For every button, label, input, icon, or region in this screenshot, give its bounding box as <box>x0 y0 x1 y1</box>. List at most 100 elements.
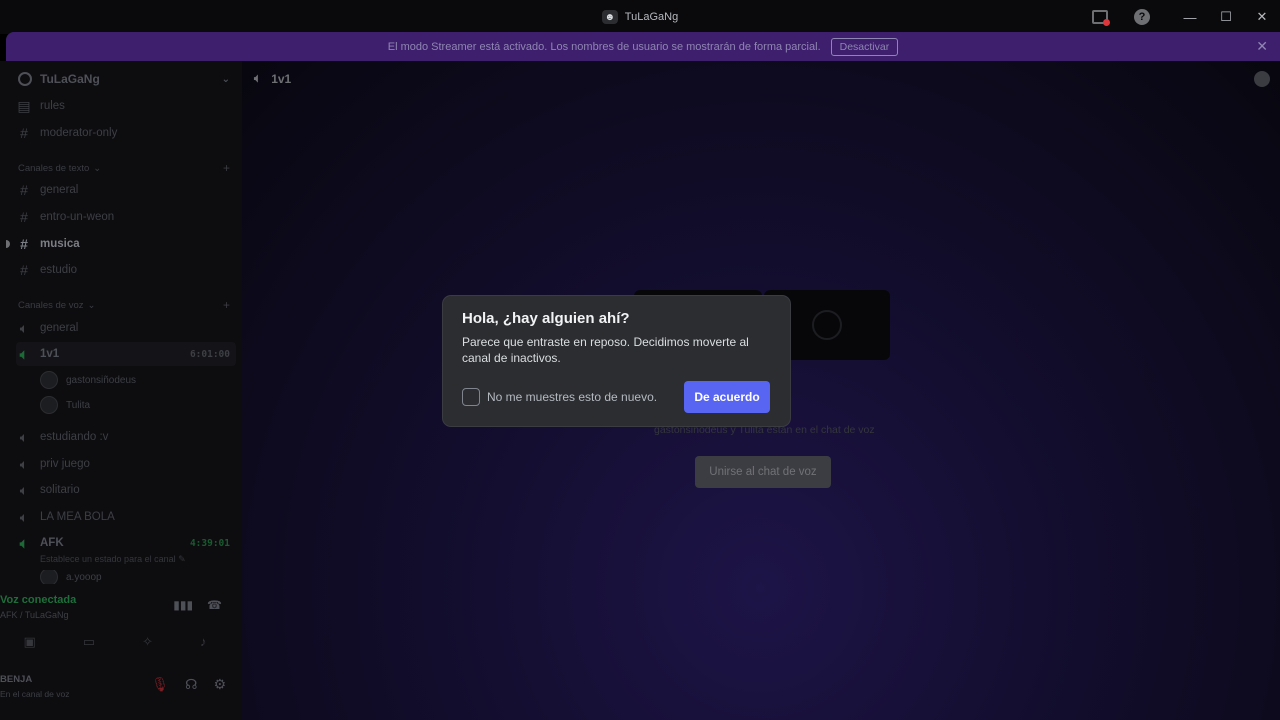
server-name: TuLaGaNg <box>40 72 100 86</box>
category-voice-channels[interactable]: Canales de voz ⌄ + <box>18 298 230 312</box>
voice-channel-afk[interactable]: 🔈︎ AFK 4:39:01 <box>16 531 236 555</box>
avatar <box>812 310 842 340</box>
channel-rules[interactable]: ▤ rules <box>16 94 236 118</box>
window-title-text: TuLaGaNg <box>624 11 679 23</box>
speaker-icon: 🔈︎ <box>19 534 29 551</box>
user-panel: BENJA En el canal de voz 🎙︎ ☊ ⚙ <box>0 670 242 710</box>
channel-label: general <box>40 322 79 334</box>
chevron-down-icon: ⌄ <box>221 73 230 85</box>
hash-icon: # <box>20 125 28 141</box>
disconnect-icon[interactable]: ☎ <box>207 598 222 612</box>
channel-label: rules <box>40 100 65 112</box>
title-bar: ☻ TuLaGaNg ? — ☐ ✕ <box>0 0 1280 34</box>
voice-channel-solitario[interactable]: 🔈︎ solitario <box>16 478 236 502</box>
server-avatar-icon: ☻ <box>601 10 618 24</box>
close-icon[interactable]: ✕ <box>1244 0 1280 34</box>
avatar <box>40 371 58 389</box>
set-channel-status-hint[interactable]: Establece un estado para el canal ✎ <box>40 554 186 565</box>
banner-close-icon[interactable]: ✕ <box>1256 38 1268 55</box>
username[interactable]: BENJA <box>0 674 32 685</box>
member-name: a.yooop <box>66 571 102 583</box>
chat-icon[interactable] <box>1254 71 1270 87</box>
voice-channel-estudiando[interactable]: 🔈︎ estudiando :v <box>16 425 236 449</box>
server-header[interactable]: TuLaGaNg ⌄ <box>18 71 230 87</box>
speaker-icon: 🔈︎ <box>19 345 29 362</box>
deactivate-button[interactable]: Desactivar <box>830 37 899 56</box>
voice-connected-title[interactable]: Voz conectada <box>0 594 76 606</box>
channel-musica[interactable]: # musica <box>16 232 236 256</box>
channel-entro-un-weon[interactable]: # entro-un-weon <box>16 205 236 229</box>
activity-icon[interactable]: ✧ <box>142 634 153 650</box>
voice-member[interactable]: a.yooop <box>40 570 102 584</box>
channel-label: moderator-only <box>40 127 118 139</box>
chevron-down-icon: ⌄ <box>93 162 102 174</box>
banner-message: El modo Streamer está activado. Los nomb… <box>387 40 821 53</box>
user-status: En el canal de voz <box>0 689 70 699</box>
channel-label: musica <box>40 238 80 250</box>
status-hint-text: Establece un estado para el canal <box>40 554 176 564</box>
channel-timer: 6:01:00 <box>189 348 230 360</box>
camera-icon[interactable]: ▣ <box>24 634 36 650</box>
confirm-button[interactable]: De acuerdo <box>684 381 770 413</box>
hash-icon: # <box>20 236 28 252</box>
inbox-icon[interactable] <box>1088 0 1112 34</box>
category-text-channels[interactable]: Canales de texto ⌄ + <box>18 161 230 175</box>
voice-channel-priv-juego[interactable]: 🔈︎ priv juego <box>16 452 236 476</box>
gear-icon[interactable]: ⚙ <box>213 676 226 693</box>
channel-sidebar: TuLaGaNg ⌄ ▤ rules # moderator-only Cana… <box>0 61 242 720</box>
channel-label: general <box>40 184 79 196</box>
channel-title: 1v1 <box>271 71 292 86</box>
voice-connected-subtitle[interactable]: AFK / TuLaGaNg <box>0 610 69 620</box>
speaker-icon: 🔈︎ <box>254 71 262 85</box>
maximize-icon[interactable]: ☐ <box>1208 0 1244 34</box>
voice-member[interactable]: Tulita <box>40 394 90 416</box>
guild-icon <box>18 72 32 86</box>
microphone-muted-icon[interactable]: 🎙︎ <box>151 676 169 693</box>
speaker-icon: 🔈︎ <box>19 428 29 445</box>
join-voice-button[interactable]: Unirse al chat de voz <box>695 456 831 488</box>
help-icon[interactable]: ? <box>1124 0 1160 34</box>
channel-estudio[interactable]: # estudio <box>16 258 236 282</box>
headphones-icon[interactable]: ☊ <box>185 676 197 693</box>
add-channel-icon[interactable]: + <box>223 161 230 175</box>
speaker-icon: 🔈︎ <box>19 455 29 472</box>
channel-general-text[interactable]: # general <box>16 178 236 202</box>
category-label: Canales de texto <box>18 162 90 174</box>
avatar <box>40 570 58 584</box>
rules-icon: ▤ <box>17 97 31 114</box>
idle-modal: Hola, ¿hay alguien ahí? Parece que entra… <box>443 296 790 426</box>
speaker-icon: 🔈︎ <box>19 481 29 498</box>
minimize-icon[interactable]: — <box>1172 0 1208 34</box>
streamer-mode-banner: El modo Streamer está activado. Los nomb… <box>6 32 1280 61</box>
dont-show-again-checkbox[interactable] <box>462 388 480 406</box>
member-name: gastonsiñodeus <box>66 374 137 386</box>
channel-label: LA MEA BOLA <box>40 511 115 523</box>
category-label: Canales de voz <box>18 299 84 311</box>
voice-channel-la-mea-bola[interactable]: 🔈︎ LA MEA BOLA <box>16 505 236 529</box>
noise-suppression-icon[interactable]: ▮▮▮ <box>173 598 193 612</box>
channel-label: estudio <box>40 264 78 276</box>
voice-member[interactable]: gastonsiñodeus <box>40 369 136 391</box>
channel-timer: 4:39:01 <box>189 537 230 549</box>
chevron-down-icon: ⌄ <box>87 299 96 311</box>
modal-body: Parece que entraste en reposo. Decidimos… <box>462 335 749 365</box>
window-title: ☻ TuLaGaNg <box>601 10 679 24</box>
channel-label: estudiando :v <box>40 431 109 443</box>
voice-channel-general[interactable]: 🔈︎ general <box>16 316 236 340</box>
speaker-icon: 🔈︎ <box>19 319 29 336</box>
dont-show-again-label[interactable]: No me muestres esto de nuevo. <box>487 390 657 404</box>
channel-label: solitario <box>40 484 80 496</box>
channel-label: priv juego <box>40 458 90 470</box>
unread-indicator <box>6 240 10 248</box>
channel-header: 🔈︎ 1v1 <box>254 71 291 86</box>
pencil-icon: ✎ <box>178 554 186 564</box>
screen-share-icon[interactable]: ▭ <box>83 634 95 650</box>
hash-icon: # <box>20 262 28 278</box>
add-channel-icon[interactable]: + <box>223 298 230 312</box>
hash-icon: # <box>20 209 28 225</box>
channel-label: AFK <box>40 537 64 549</box>
hash-icon: # <box>20 182 28 198</box>
channel-moderator-only[interactable]: # moderator-only <box>16 121 236 145</box>
voice-channel-1v1[interactable]: 🔈︎ 1v1 6:01:00 <box>16 342 236 366</box>
soundboard-icon[interactable]: ♪ <box>200 634 207 650</box>
